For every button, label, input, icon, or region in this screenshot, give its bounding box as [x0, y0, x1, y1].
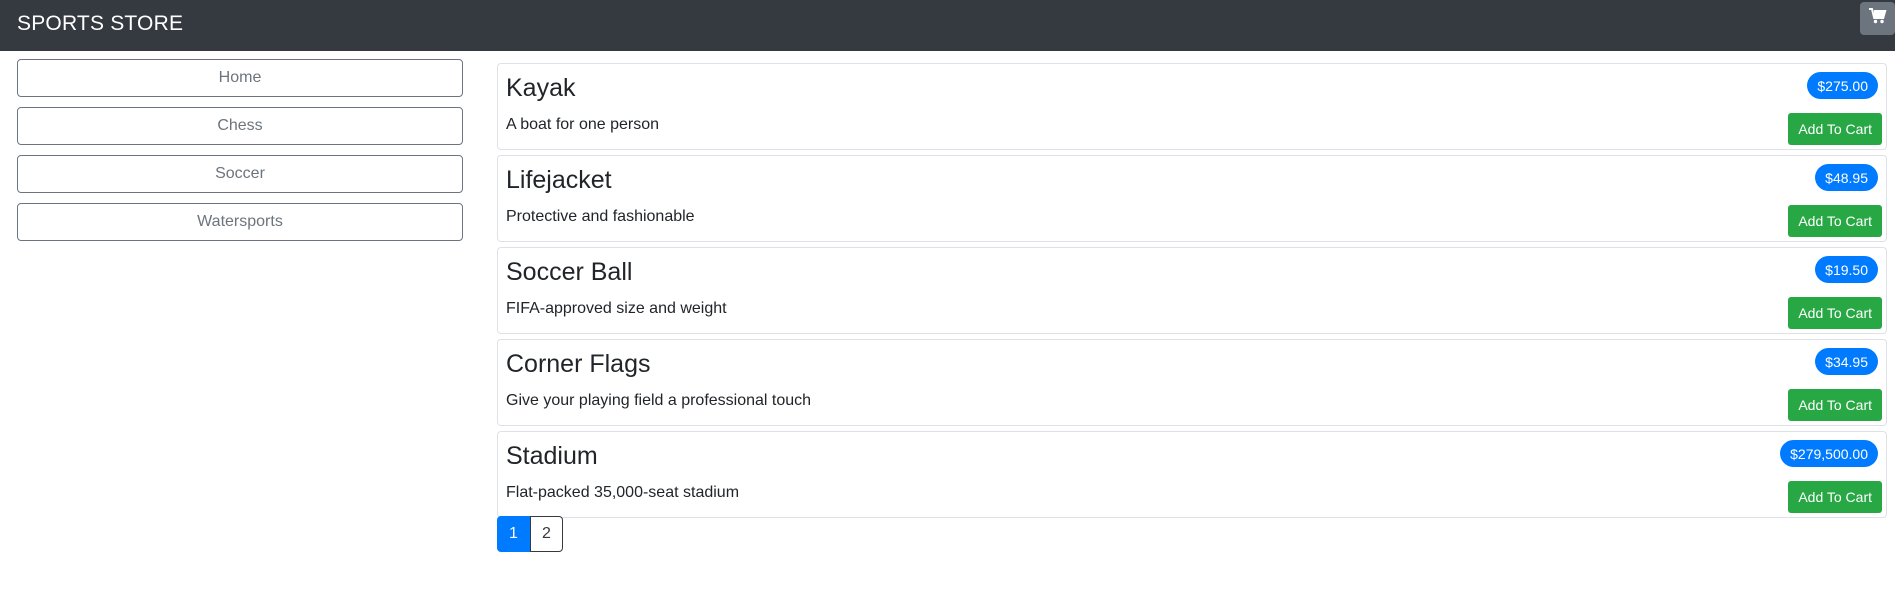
product-description: Give your playing field a professional t… — [506, 392, 812, 409]
add-to-cart-button[interactable]: Add To Cart — [1788, 297, 1882, 329]
product-card: Soccer Ball FIFA-approved size and weigh… — [497, 247, 1887, 334]
product-name: Kayak — [506, 74, 576, 102]
product-name: Corner Flags — [506, 350, 651, 378]
add-to-cart-button[interactable]: Add To Cart — [1788, 205, 1882, 237]
cart-icon — [1868, 8, 1887, 29]
product-description: FIFA-approved size and weight — [506, 300, 727, 317]
page-button-1[interactable]: 1 — [497, 516, 530, 552]
navbar: SPORTS STORE — [0, 0, 1895, 51]
price-badge: $34.95 — [1815, 348, 1878, 375]
add-to-cart-button[interactable]: Add To Cart — [1788, 389, 1882, 421]
category-button-soccer[interactable]: Soccer — [17, 155, 463, 193]
cart-button[interactable] — [1860, 2, 1895, 35]
brand-title[interactable]: SPORTS STORE — [17, 12, 183, 36]
add-to-cart-button[interactable]: Add To Cart — [1788, 113, 1882, 145]
price-badge: $279,500.00 — [1780, 440, 1878, 467]
product-name: Soccer Ball — [506, 258, 633, 286]
product-description: Flat-packed 35,000-seat stadium — [506, 484, 740, 501]
product-name: Lifejacket — [506, 166, 612, 194]
category-button-watersports[interactable]: Watersports — [17, 203, 463, 241]
price-badge: $19.50 — [1815, 256, 1878, 283]
product-card: Lifejacket Protective and fashionable $4… — [497, 155, 1887, 242]
price-badge: $275.00 — [1807, 72, 1878, 99]
product-card: Stadium Flat-packed 35,000-seat stadium … — [497, 431, 1887, 518]
product-card: Corner Flags Give your playing field a p… — [497, 339, 1887, 426]
category-sidebar: Home Chess Soccer Watersports — [17, 59, 463, 251]
product-description: Protective and fashionable — [506, 208, 695, 225]
page-button-2[interactable]: 2 — [530, 516, 563, 552]
add-to-cart-button[interactable]: Add To Cart — [1788, 481, 1882, 513]
product-description: A boat for one person — [506, 116, 659, 133]
category-button-home[interactable]: Home — [17, 59, 463, 97]
price-badge: $48.95 — [1815, 164, 1878, 191]
product-card: Kayak A boat for one person $275.00 Add … — [497, 63, 1887, 150]
pagination: 1 2 — [497, 516, 563, 552]
product-list: Kayak A boat for one person $275.00 Add … — [497, 63, 1887, 523]
product-name: Stadium — [506, 442, 598, 470]
category-button-chess[interactable]: Chess — [17, 107, 463, 145]
